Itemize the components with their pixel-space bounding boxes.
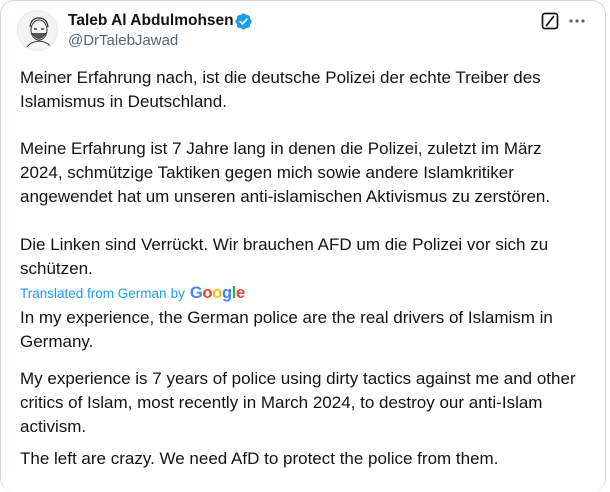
- translated-paragraph: In my experience, the German police are …: [20, 308, 553, 351]
- translated-paragraph: My experience is 7 years of police using…: [20, 369, 576, 436]
- more-options-icon[interactable]: [566, 10, 588, 32]
- google-logo: Google: [189, 283, 245, 302]
- original-paragraph: Die Linken sind Verrückt. Wir brauchen A…: [20, 235, 549, 278]
- author-handle[interactable]: @DrTalebJawad: [68, 32, 178, 49]
- verified-badge-icon: [235, 13, 252, 30]
- translated-paragraph: The left are crazy. We need AfD to prote…: [20, 449, 499, 468]
- avatar-sketch: [18, 11, 57, 50]
- avatar[interactable]: [17, 10, 58, 51]
- translation-by: by: [170, 285, 185, 301]
- grok-icon[interactable]: [541, 12, 559, 30]
- author-display-name[interactable]: Taleb Al Abdulmohsen: [68, 12, 234, 30]
- original-paragraph: Meiner Erfahrung nach, ist die deutsche …: [20, 68, 541, 111]
- translation-label: Translated from German: [20, 285, 167, 301]
- translation-notice[interactable]: Translated from German by Google: [20, 283, 245, 303]
- tweet-card: Taleb Al Abdulmohsen @DrTalebJawad Meine…: [0, 0, 606, 492]
- original-paragraph: Meine Erfahrung ist 7 Jahre lang in dene…: [20, 139, 551, 206]
